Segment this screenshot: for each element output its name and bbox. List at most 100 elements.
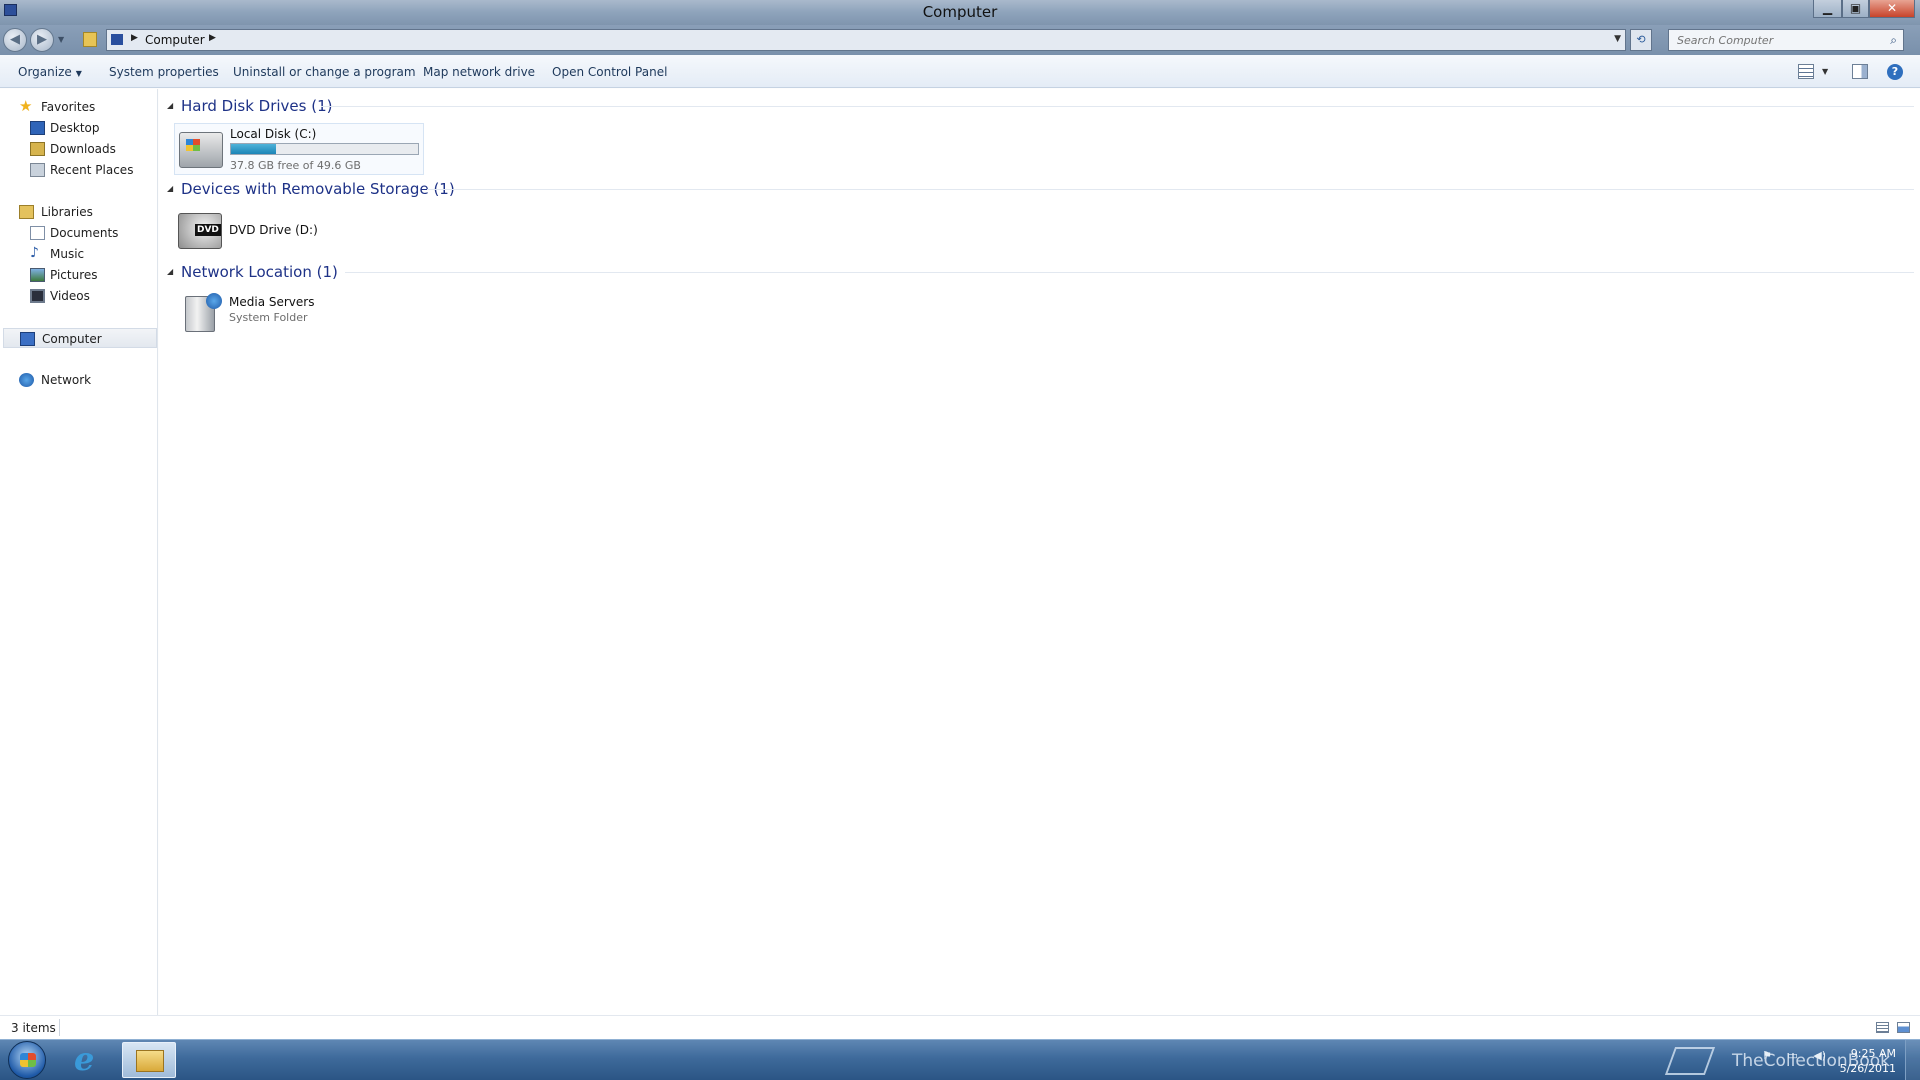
help-icon[interactable]: ?	[1887, 64, 1903, 80]
internet-explorer-icon: e	[74, 1040, 95, 1078]
windows-logo-icon	[20, 1053, 36, 1067]
sidebar-item-videos[interactable]: Videos	[0, 286, 157, 306]
command-bar: Organize ▼ System properties Uninstall or…	[0, 55, 1920, 88]
sidebar-item-network[interactable]: Network	[0, 370, 157, 390]
address-bar[interactable]: ▶ Computer ▶ ▼	[106, 29, 1626, 51]
volume-icon[interactable]: ◀)	[1813, 1049, 1826, 1062]
windows-logo-icon	[186, 139, 200, 151]
star-icon: ★	[19, 97, 33, 115]
group-header-network-location[interactable]: ◢ Network Location (1)	[159, 263, 1914, 283]
clock-time: 9:25 AM	[1850, 1047, 1896, 1060]
map-network-drive-button[interactable]: Map network drive	[423, 65, 535, 79]
sidebar-item-label: Documents	[50, 226, 119, 240]
back-button[interactable]: ◀	[3, 28, 27, 52]
network-status-icon[interactable]: ▭	[1787, 1049, 1797, 1062]
search-icon[interactable]: ⌕	[1890, 33, 1897, 48]
taskbar: e TheCollectionBook ⚑ ▭ ◀) 9:25 AM 5/26/…	[0, 1039, 1920, 1080]
collapse-triangle-icon[interactable]: ◢	[167, 267, 173, 276]
tiles-view-icon[interactable]	[1897, 1022, 1910, 1033]
group-divider	[427, 189, 1914, 190]
search-box[interactable]: ⌕	[1668, 29, 1904, 51]
sidebar-item-label: Libraries	[41, 205, 93, 219]
address-dropdown-icon[interactable]: ▼	[1614, 34, 1621, 44]
group-divider	[321, 106, 1914, 107]
sidebar-item-computer[interactable]: Computer	[3, 328, 157, 348]
title-bar: Computer ▁ ▣ ✕	[0, 0, 1920, 25]
details-view-icon[interactable]	[1876, 1022, 1889, 1033]
status-bar: 3 items	[0, 1015, 1920, 1039]
taskbar-internet-explorer[interactable]: e	[64, 1040, 118, 1078]
organize-button[interactable]: Organize ▼	[18, 65, 82, 79]
view-options-dropdown-icon[interactable]: ▼	[1822, 67, 1838, 82]
close-button[interactable]: ✕	[1869, 0, 1915, 18]
window-title: Computer	[922, 3, 998, 21]
sidebar-item-desktop[interactable]: Desktop	[0, 118, 157, 138]
system-clock[interactable]: 9:25 AM 5/26/2011	[1832, 1046, 1896, 1076]
chevron-down-icon: ▼	[75, 69, 82, 78]
open-control-panel-button[interactable]: Open Control Panel	[552, 65, 667, 79]
breadcrumb-separator-icon[interactable]: ▶	[131, 33, 138, 43]
sidebar-item-favorites[interactable]: ★ Favorites	[0, 97, 157, 117]
breadcrumb-computer[interactable]: Computer	[145, 33, 205, 47]
change-view-icon[interactable]	[1798, 64, 1814, 79]
taskbar-windows-explorer[interactable]	[122, 1042, 176, 1078]
drive-tile-dvd-d[interactable]: DVD DVD Drive (D:)	[174, 205, 424, 257]
search-input[interactable]	[1669, 30, 1869, 50]
group-title: Network Location (1)	[181, 263, 338, 281]
group-header-removable-storage[interactable]: ◢ Devices with Removable Storage (1)	[159, 180, 1914, 200]
action-center-flag-icon[interactable]: ⚑	[1762, 1049, 1772, 1062]
group-header-hard-disk-drives[interactable]: ◢ Hard Disk Drives (1)	[159, 97, 1914, 117]
sidebar-item-libraries[interactable]: Libraries	[0, 202, 157, 222]
breadcrumb-separator-icon[interactable]: ▶	[209, 33, 216, 43]
media-server-icon	[185, 293, 222, 332]
maximize-button[interactable]: ▣	[1842, 0, 1869, 18]
sidebar-item-downloads[interactable]: Downloads	[0, 139, 157, 159]
libraries-icon	[19, 205, 34, 219]
uninstall-program-button[interactable]: Uninstall or change a program	[233, 65, 416, 79]
recent-pages-dropdown-icon[interactable]: ▼	[58, 35, 64, 44]
sidebar-item-label: Network	[41, 373, 92, 387]
minimize-button[interactable]: ▁	[1813, 0, 1842, 18]
sidebar-item-music[interactable]: ♪ Music	[0, 244, 157, 264]
disk-usage-fill	[231, 144, 276, 154]
collapse-triangle-icon[interactable]: ◢	[167, 184, 173, 193]
network-icon	[19, 373, 34, 387]
music-note-icon: ♪	[30, 245, 39, 261]
location-name: Media Servers	[229, 295, 315, 309]
preview-pane-icon[interactable]	[1852, 64, 1868, 79]
system-properties-button[interactable]: System properties	[109, 65, 219, 79]
sidebar-item-label: Favorites	[41, 100, 96, 114]
downloads-folder-icon	[30, 142, 45, 156]
network-tile-media-servers[interactable]: Media Servers System Folder	[174, 288, 424, 340]
dvd-badge: DVD	[195, 224, 221, 236]
documents-icon	[30, 226, 45, 240]
show-desktop-button[interactable]	[1905, 1040, 1920, 1080]
disk-usage-bar	[230, 143, 419, 155]
sidebar-item-pictures[interactable]: Pictures	[0, 265, 157, 285]
start-button[interactable]	[8, 1041, 46, 1079]
sidebar-item-recent-places[interactable]: Recent Places	[0, 160, 157, 180]
forward-button[interactable]: ▶	[30, 28, 54, 52]
book-logo-icon	[1664, 1047, 1716, 1075]
videos-icon	[30, 289, 45, 303]
sidebar-item-label: Videos	[50, 289, 90, 303]
item-count: 3 items	[11, 1021, 56, 1035]
group-divider	[345, 272, 1914, 273]
pictures-icon	[30, 268, 45, 282]
collapse-triangle-icon[interactable]: ◢	[167, 101, 173, 110]
notification-area: ⚑ ▭ ◀)	[1762, 1049, 1838, 1062]
sidebar-item-label: Recent Places	[50, 163, 134, 177]
drive-name: Local Disk (C:)	[230, 127, 317, 141]
dvd-drive-icon: DVD	[178, 213, 222, 249]
sidebar-item-label: Music	[50, 247, 85, 261]
drive-tile-local-disk-c[interactable]: Local Disk (C:) 37.8 GB free of 49.6 GB	[174, 123, 424, 175]
folder-up-icon[interactable]	[83, 32, 97, 47]
sidebar-item-documents[interactable]: Documents	[0, 223, 157, 243]
recent-places-icon	[30, 163, 45, 177]
organize-label: Organize	[18, 65, 72, 79]
refresh-button[interactable]: ⟲	[1630, 29, 1652, 51]
navigation-pane: ★ Favorites Desktop Downloads Recent Pla…	[0, 89, 158, 1015]
drive-name: DVD Drive (D:)	[229, 223, 318, 237]
sidebar-item-label: Downloads	[50, 142, 116, 156]
sidebar-item-label: Pictures	[50, 268, 98, 282]
